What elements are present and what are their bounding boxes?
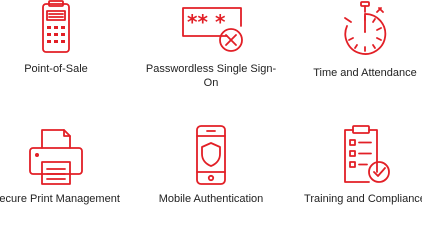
- feature-tile-mobile-auth: Mobile Authentication: [141, 124, 281, 206]
- feature-label: Passwordless Single Sign-On: [145, 63, 277, 89]
- feature-label: Mobile Authentication: [158, 193, 264, 205]
- feature-grid: Point-of-Sale ** * Passwordless Single S…: [0, 0, 422, 249]
- feature-tile-secure-print: Secure Print Management: [0, 126, 126, 206]
- feature-tile-time-attendance: Time and Attendance: [295, 0, 422, 80]
- feature-label: Secure Print Management: [0, 193, 120, 205]
- feature-label: Training and Compliance: [304, 193, 422, 205]
- checklist-clipboard-icon: [344, 125, 390, 183]
- stopwatch-icon: [344, 1, 387, 55]
- printer-icon: [29, 129, 83, 185]
- feature-label: Point-of-Sale: [24, 63, 88, 75]
- feature-label: Time and Attendance: [313, 67, 417, 79]
- pos-terminal-icon: [42, 0, 70, 53]
- password-cancel-icon: ** *: [182, 7, 243, 52]
- mobile-shield-icon: [196, 125, 226, 185]
- feature-tile-training-compliance: Training and Compliance: [295, 124, 422, 206]
- svg-text:**: **: [187, 10, 208, 34]
- feature-tile-point-of-sale: Point-of-Sale: [0, 0, 126, 76]
- feature-tile-passwordless-sso: ** * Passwordless Single Sign-On: [141, 2, 281, 90]
